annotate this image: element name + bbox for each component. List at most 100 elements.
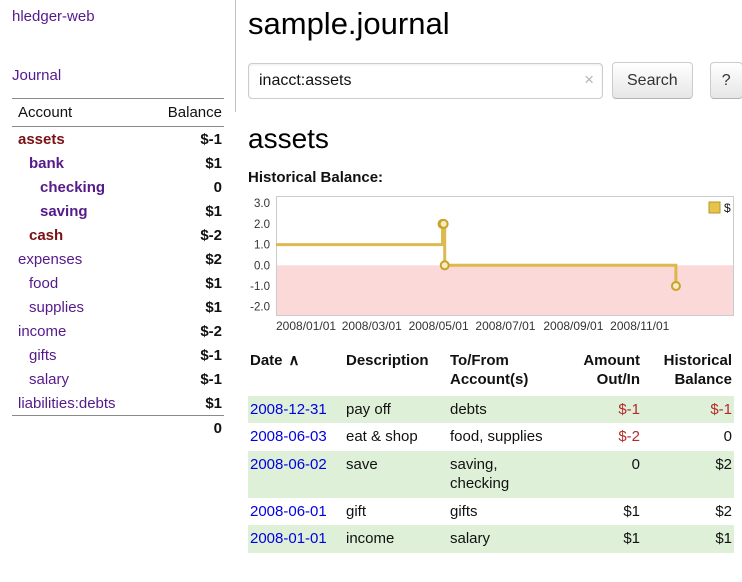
negative-region	[276, 265, 734, 316]
account-balance: $1	[144, 295, 224, 319]
y-tick-label: 0.0	[254, 260, 270, 272]
account-link[interactable]: assets	[18, 131, 65, 148]
search-button[interactable]: Search	[612, 62, 693, 99]
transaction-accounts: salary	[448, 525, 580, 553]
account-link[interactable]: cash	[29, 227, 63, 244]
y-tick-label: 1.0	[254, 240, 270, 252]
historical-balance-chart: 3.02.01.00.0-1.0-2.02008/01/012008/03/01…	[248, 192, 734, 334]
x-tick-label: 2008/05/01	[409, 319, 469, 333]
register-col-amount: Amount Out/In	[580, 350, 642, 396]
register-table: Date∧ Description To/From Account(s) Amo…	[248, 350, 734, 553]
account-name-cell: saving	[12, 199, 144, 223]
account-balance: $1	[144, 271, 224, 295]
data-point-marker	[441, 261, 449, 269]
account-balance: $-2	[144, 223, 224, 247]
account-row: saving $1	[12, 199, 224, 223]
y-tick-label: -2.0	[250, 302, 270, 314]
account-link[interactable]: checking	[40, 179, 105, 196]
x-tick-label: 2008/09/01	[543, 319, 603, 333]
account-link[interactable]: food	[29, 275, 58, 292]
transaction-date-cell: 2008-06-01	[248, 498, 344, 526]
transaction-accounts: debts	[448, 396, 580, 424]
sidebar: hledger-web Journal Account Balance asse…	[0, 0, 236, 582]
y-tick-label: 2.0	[254, 219, 270, 231]
account-heading: assets	[248, 123, 742, 155]
transaction-amount: $1	[580, 525, 642, 553]
account-link[interactable]: income	[18, 323, 66, 340]
transaction-balance: 0	[642, 423, 734, 451]
account-row: salary $-1	[12, 367, 224, 391]
legend-label: $	[724, 201, 731, 215]
transaction-row: 2008-12-31pay offdebts$-1$-1	[248, 396, 734, 424]
transaction-row: 2008-01-01incomesalary$1$1	[248, 525, 734, 553]
account-row: checking0	[12, 175, 224, 199]
x-tick-label: 2008/11/01	[610, 319, 669, 333]
accounts-col-balance: Balance	[144, 99, 224, 127]
transaction-date-link[interactable]: 2008-12-31	[250, 401, 327, 418]
register-col-balance: Historical Balance	[642, 350, 734, 396]
accounts-table: Account Balance assets$-1bank$1checking0…	[12, 98, 224, 440]
transaction-balance: $2	[642, 451, 734, 498]
transaction-row: 2008-06-02savesaving, checking0$2	[248, 451, 734, 498]
help-button[interactable]: ?	[710, 62, 742, 99]
account-row: bank$1	[12, 151, 224, 175]
transaction-balance: $-1	[642, 396, 734, 424]
account-row: cash $-2	[12, 223, 224, 247]
account-row: supplies $1	[12, 295, 224, 319]
search-input[interactable]	[248, 63, 603, 99]
hledger-web-page: hledger-web Journal Account Balance asse…	[0, 0, 742, 582]
register-col-accounts: To/From Account(s)	[448, 350, 580, 396]
account-link[interactable]: expenses	[18, 251, 82, 268]
clear-search-icon[interactable]: ×	[584, 70, 594, 90]
account-name-cell: income	[12, 319, 144, 343]
account-link[interactable]: saving	[40, 203, 88, 220]
account-link[interactable]: bank	[29, 155, 64, 172]
account-name-cell: checking	[12, 175, 144, 199]
main-content: sample.journal × Search ? assets Histori…	[236, 0, 742, 582]
account-name-cell: gifts	[12, 343, 144, 367]
account-balance: $-1	[144, 367, 224, 391]
transaction-row: 2008-06-03eat & shopfood, supplies$-20	[248, 423, 734, 451]
accounts-total-row: 0	[12, 416, 224, 441]
accounts-total-value: 0	[144, 416, 224, 441]
account-balance: $2	[144, 247, 224, 271]
account-link[interactable]: gifts	[29, 347, 57, 364]
account-row: assets $-1	[12, 127, 224, 152]
transaction-accounts: saving, checking	[448, 451, 580, 498]
transaction-date-link[interactable]: 2008-06-02	[250, 456, 327, 473]
transaction-balance: $1	[642, 525, 734, 553]
account-link[interactable]: liabilities:debts	[18, 395, 116, 412]
account-balance: $-2	[144, 319, 224, 343]
account-balance: $-1	[144, 127, 224, 152]
transaction-description: income	[344, 525, 448, 553]
transaction-date-link[interactable]: 2008-01-01	[250, 530, 327, 547]
accounts-total-spacer	[12, 416, 144, 441]
register-col-date[interactable]: Date∧	[248, 350, 344, 396]
transaction-description: gift	[344, 498, 448, 526]
register-col-description: Description	[344, 350, 448, 396]
x-tick-label: 2008/07/01	[475, 319, 535, 333]
account-name-cell: supplies	[12, 295, 144, 319]
legend-swatch	[709, 202, 720, 213]
app-title-link[interactable]: hledger-web	[12, 8, 95, 25]
transaction-date-link[interactable]: 2008-06-01	[250, 503, 327, 520]
transaction-date-cell: 2008-06-02	[248, 451, 344, 498]
y-tick-label: -1.0	[250, 281, 270, 293]
account-row: liabilities:debts$1	[12, 391, 224, 416]
data-point-marker	[440, 220, 448, 228]
account-balance: $1	[144, 199, 224, 223]
transaction-date-link[interactable]: 2008-06-03	[250, 428, 327, 445]
account-row: expenses $2	[12, 247, 224, 271]
transaction-amount: $-2	[580, 423, 642, 451]
transaction-accounts: gifts	[448, 498, 580, 526]
transaction-description: eat & shop	[344, 423, 448, 451]
y-tick-label: 3.0	[254, 198, 270, 210]
transaction-date-cell: 2008-12-31	[248, 396, 344, 424]
nav-journal-link[interactable]: Journal	[12, 67, 224, 84]
account-link[interactable]: supplies	[29, 299, 84, 316]
register-header-row: Date∧ Description To/From Account(s) Amo…	[248, 350, 734, 396]
search-bar: × Search ?	[248, 62, 742, 99]
account-link[interactable]: salary	[29, 371, 69, 388]
chart-title: Historical Balance:	[248, 169, 742, 186]
account-row: food $1	[12, 271, 224, 295]
